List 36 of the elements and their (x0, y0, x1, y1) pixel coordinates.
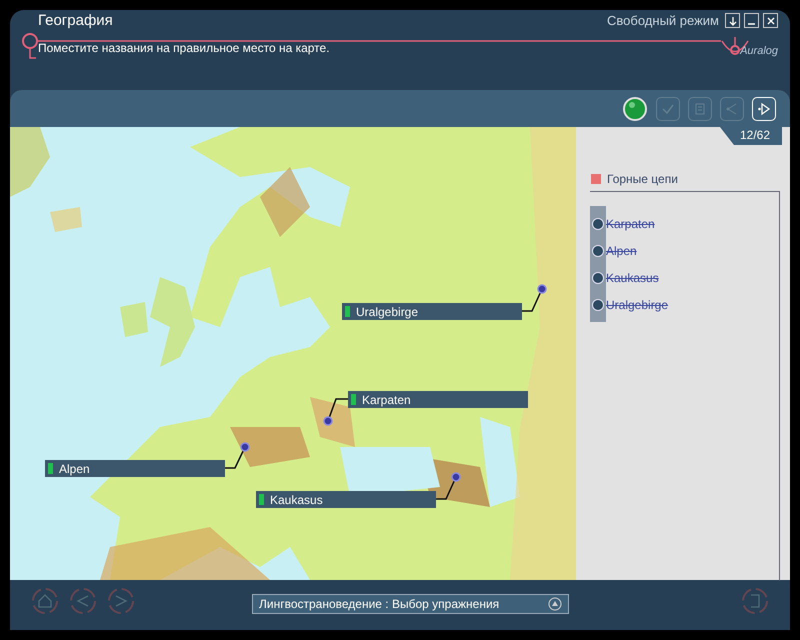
label-text: Kaukasus (270, 492, 323, 506)
map-label[interactable]: Kaukasus (256, 491, 436, 508)
close-button[interactable] (763, 13, 778, 28)
download-button[interactable] (725, 13, 740, 28)
close-icon (766, 16, 776, 26)
map-label[interactable]: Karpaten (348, 391, 528, 408)
map-label[interactable]: Alpen (45, 460, 225, 477)
label-text: Karpaten (362, 392, 411, 406)
word-item[interactable]: Karpaten (606, 216, 655, 230)
logo: Auralog (740, 45, 778, 57)
word-item[interactable]: Uralgebirge (606, 298, 668, 312)
next-button[interactable] (752, 96, 776, 120)
instruction-text: Поместите названия на правильное место на карте. (38, 41, 330, 57)
map-pin[interactable] (240, 442, 250, 452)
word-bullet-icon (592, 298, 604, 310)
map-pin[interactable] (451, 472, 461, 482)
minimize-icon (748, 23, 755, 25)
word-bullet-icon (592, 272, 604, 284)
minimize-button[interactable] (744, 13, 759, 28)
label-text: Alpen (59, 462, 90, 476)
label-text: Uralgebirge (356, 304, 418, 318)
map-label[interactable]: Uralgebirge (342, 303, 522, 320)
status-light-button[interactable] (622, 96, 648, 122)
word-bullet-icon (592, 244, 604, 256)
progress-counter: 12/62 (720, 127, 782, 145)
play-icon (756, 100, 772, 116)
word-item[interactable]: Kaukasus (606, 270, 659, 284)
down-arrow-icon (728, 16, 738, 26)
map-pin[interactable] (323, 416, 333, 426)
word-bullet-icon (592, 218, 604, 230)
mode-label: Свободный режим (607, 13, 719, 28)
exercise-selector[interactable]: Лингвострановедение : Выбор упражнения (252, 594, 569, 614)
exercise-title: География (38, 12, 113, 29)
category-label: Горные цепи (607, 172, 678, 186)
map-pin[interactable] (537, 284, 547, 294)
word-item[interactable]: Alpen (606, 244, 637, 258)
